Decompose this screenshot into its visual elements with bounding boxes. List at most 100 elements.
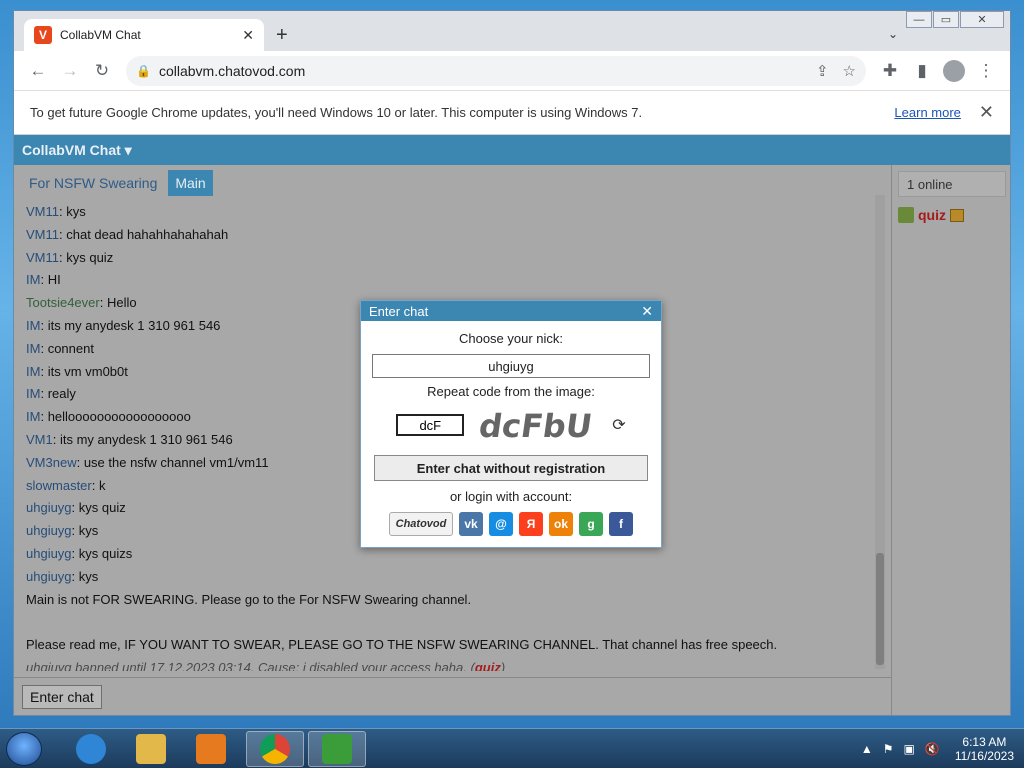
infobar-message: To get future Google Chrome updates, you…: [30, 105, 643, 120]
start-button[interactable]: [6, 732, 42, 766]
clock[interactable]: 6:13 AM 11/16/2023: [955, 735, 1014, 763]
chat-scrollbar[interactable]: [875, 195, 885, 669]
social-login-row: Chatovod vk @ Яok g f: [361, 512, 661, 536]
forward-icon[interactable]: →: [54, 55, 86, 87]
captcha-refresh-icon[interactable]: ⟳: [612, 415, 625, 435]
tab-title: CollabVM Chat: [60, 28, 141, 42]
message-nick[interactable]: uhgiuyg: [26, 500, 72, 515]
clock-date: 11/16/2023: [954, 749, 1014, 763]
message-line: VM11: chat dead hahahhahahahah: [26, 226, 229, 242]
message-nick[interactable]: uhgiuyg: [26, 546, 72, 561]
social-login-yandex-icon[interactable]: Я: [519, 512, 543, 536]
social-login-odnoklassniki-icon[interactable]: ok: [549, 512, 573, 536]
enter-chat-button[interactable]: Enter chat: [22, 685, 102, 709]
message-text: kys quizs: [78, 545, 133, 561]
social-login-vk-icon[interactable]: vk: [459, 512, 483, 536]
social-login-facebook-icon[interactable]: f: [609, 512, 633, 536]
message-text: chat dead hahahhahahahah: [66, 226, 229, 242]
message-text: kys: [78, 568, 99, 584]
message-nick[interactable]: uhgiuyg: [26, 569, 72, 584]
message-nick[interactable]: VM1: [26, 432, 53, 447]
message-text: realy: [47, 386, 76, 402]
lock-icon[interactable]: 🔒: [136, 64, 151, 78]
moderator-badge-icon: [950, 208, 964, 222]
captcha-input[interactable]: [396, 414, 465, 436]
message-text: its my anydesk 1 310 961 546: [47, 317, 221, 333]
scrollbar-thumb[interactable]: [876, 553, 884, 665]
infobar-close-icon[interactable]: ✕: [979, 102, 994, 123]
show-hidden-icons-icon[interactable]: ▲: [861, 742, 873, 756]
message-text: its my anydesk 1 310 961 546: [59, 431, 233, 447]
media-player-icon[interactable]: [182, 731, 240, 767]
browser-tab[interactable]: V CollabVM Chat ✕: [24, 19, 264, 51]
nick-label: Choose your nick:: [458, 331, 564, 346]
reload-icon[interactable]: ↻: [86, 55, 118, 87]
message-nick[interactable]: Tootsie4ever: [26, 295, 100, 310]
message-nick[interactable]: IM: [26, 364, 40, 379]
address-bar[interactable]: 🔒 collabvm.chatovod.com ⇪ ☆: [126, 55, 866, 86]
message-nick[interactable]: uhgiuyg: [26, 523, 72, 538]
chrome-icon[interactable]: [246, 731, 304, 767]
menu-kebab-icon[interactable]: ⋮: [970, 55, 1002, 87]
file-explorer-icon[interactable]: [122, 731, 180, 767]
dialog-close-icon[interactable]: ✕: [641, 303, 653, 320]
ban-notice: uhgiuyg banned until 17.12.2023 03:14. C…: [26, 657, 876, 671]
learn-more-link[interactable]: Learn more: [894, 105, 960, 120]
tab-close-icon[interactable]: ✕: [242, 27, 254, 44]
enter-chat-dialog: Enter chat ✕ Choose your nick: Repeat co…: [360, 300, 662, 548]
message-nick[interactable]: VM3new: [26, 455, 77, 470]
message-nick[interactable]: IM: [26, 341, 40, 356]
message-text: Hello: [106, 295, 137, 311]
ban-close-paren: ): [500, 659, 506, 671]
system-message: Main is not FOR SWEARING. Please go to t…: [26, 591, 472, 607]
site-header[interactable]: CollabVM Chat ▾: [14, 135, 1010, 165]
window-controls: — ▭ ✕: [905, 11, 1004, 28]
message-line: VM11: kys quiz: [26, 249, 114, 265]
action-center-icon[interactable]: ⚑: [883, 742, 894, 756]
online-count: 1 online: [898, 171, 1006, 197]
message-nick[interactable]: IM: [26, 386, 40, 401]
download-manager-icon[interactable]: [308, 731, 366, 767]
tab-main[interactable]: Main: [168, 170, 213, 196]
browser-toolbar: ← → ↻ 🔒 collabvm.chatovod.com ⇪ ☆ ✚ ▮ ⋮: [14, 51, 1010, 91]
network-icon[interactable]: ▣: [904, 742, 915, 756]
share-icon[interactable]: ⇪: [816, 62, 829, 80]
user-name[interactable]: quiz: [918, 207, 946, 223]
extensions-icon[interactable]: ✚: [874, 55, 906, 87]
message-nick[interactable]: VM11: [26, 204, 59, 219]
minimize-button[interactable]: —: [906, 11, 932, 28]
new-tab-icon[interactable]: +: [276, 25, 288, 45]
social-login-mailru-icon[interactable]: @: [489, 512, 513, 536]
message-line: VM11: kys: [26, 204, 86, 219]
bookmark-star-icon[interactable]: ☆: [843, 62, 856, 80]
captcha-image: dcFbU: [478, 407, 595, 443]
social-login-chatovod-icon[interactable]: Chatovod: [389, 512, 453, 536]
tab-search-icon[interactable]: ⌄: [888, 27, 898, 41]
message-nick[interactable]: IM: [26, 318, 40, 333]
message-nick[interactable]: VM11: [26, 227, 59, 242]
message-nick[interactable]: IM: [26, 409, 40, 424]
profile-icon[interactable]: [938, 55, 970, 87]
internet-explorer-icon[interactable]: [62, 731, 120, 767]
clock-time: 6:13 AM: [962, 735, 1007, 749]
url-text[interactable]: collabvm.chatovod.com: [159, 63, 802, 79]
tab-for-nsfw-swearing[interactable]: For NSFW Swearing: [22, 170, 164, 196]
captcha-image-text: dcFbU: [478, 407, 595, 443]
back-icon[interactable]: ←: [22, 55, 54, 87]
user-list-item[interactable]: quiz: [898, 207, 964, 223]
social-login-google-icon[interactable]: g: [579, 512, 603, 536]
message-nick[interactable]: IM: [26, 272, 40, 287]
dialog-title: Enter chat: [369, 303, 429, 319]
enter-without-registration-button[interactable]: Enter chat without registration: [374, 455, 648, 481]
volume-icon[interactable]: 🔇: [925, 742, 940, 756]
message-text: HI: [47, 272, 61, 288]
message-nick[interactable]: slowmaster: [26, 478, 92, 493]
maximize-button[interactable]: ▭: [933, 11, 959, 28]
ban-by-nick[interactable]: quiz: [475, 660, 501, 671]
message-nick[interactable]: VM11: [26, 250, 59, 265]
nick-input[interactable]: [372, 354, 650, 378]
side-panel-icon[interactable]: ▮: [906, 55, 938, 87]
close-window-button[interactable]: ✕: [960, 11, 1004, 28]
system-message: Please read me, IF YOU WANT TO SWEAR, PL…: [26, 637, 778, 653]
